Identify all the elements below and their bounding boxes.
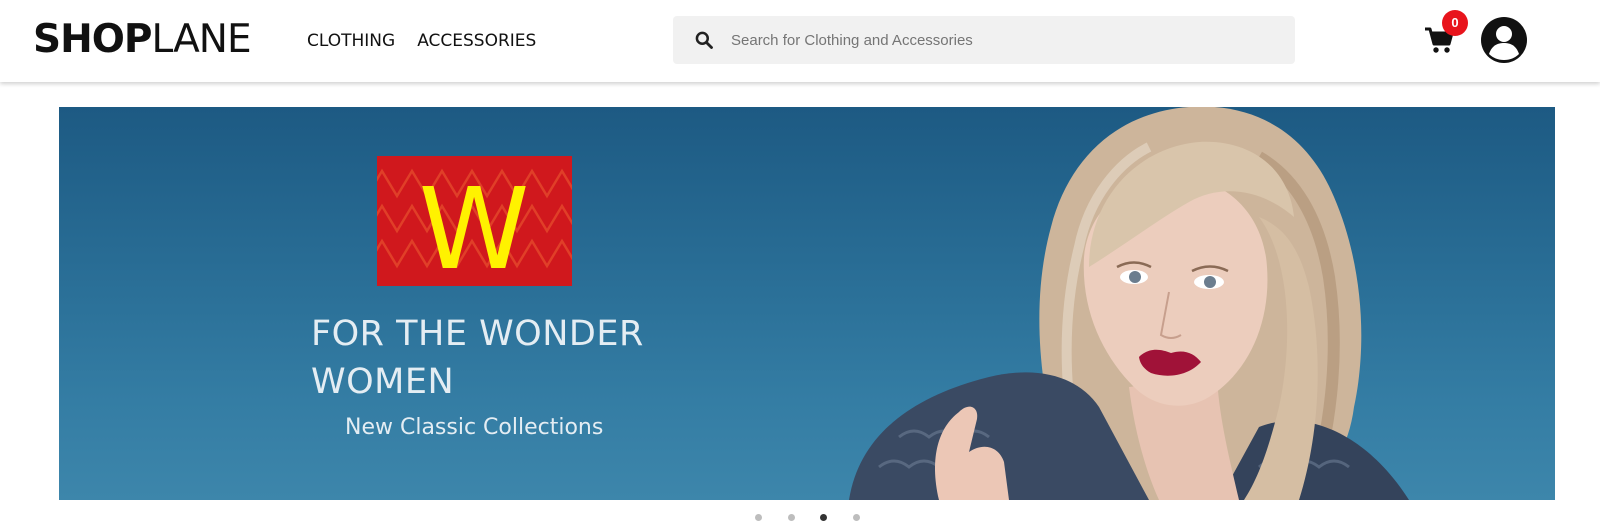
- search-input[interactable]: [731, 25, 1271, 55]
- nav-clothing[interactable]: CLOTHING: [307, 29, 395, 53]
- brand-w-logo: W: [377, 156, 572, 286]
- user-icon[interactable]: [1480, 16, 1528, 64]
- logo-bold-text: SHOP: [33, 17, 152, 62]
- carousel-dot-1[interactable]: [755, 514, 762, 521]
- carousel-dot-4[interactable]: [853, 514, 860, 521]
- shoplane-logo[interactable]: SHOPLANE: [33, 17, 252, 63]
- top-header: SHOPLANE CLOTHING ACCESSORIES 0: [0, 0, 1600, 82]
- main-nav: CLOTHING ACCESSORIES: [307, 29, 536, 53]
- cart-button[interactable]: 0: [1422, 10, 1468, 62]
- cart-count-badge: 0: [1442, 10, 1468, 36]
- hero-banner[interactable]: W FOR THE WONDER WOMEN New Classic Colle…: [59, 107, 1555, 500]
- banner-subline: New Classic Collections: [345, 415, 604, 440]
- search-icon[interactable]: [694, 30, 714, 50]
- banner-headline: FOR THE WONDER WOMEN: [311, 310, 731, 406]
- brand-w-letter: W: [419, 165, 530, 286]
- carousel-dot-3[interactable]: [820, 514, 827, 521]
- carousel-dot-2[interactable]: [788, 514, 795, 521]
- headline-line-1: FOR THE WONDER: [311, 314, 644, 354]
- search-bar[interactable]: [673, 16, 1295, 64]
- logo-light-text: LANE: [151, 17, 251, 62]
- headline-line-2: WOMEN: [311, 362, 455, 402]
- nav-accessories[interactable]: ACCESSORIES: [417, 29, 536, 53]
- model-photo: [849, 107, 1409, 500]
- carousel-dots: [0, 514, 1600, 522]
